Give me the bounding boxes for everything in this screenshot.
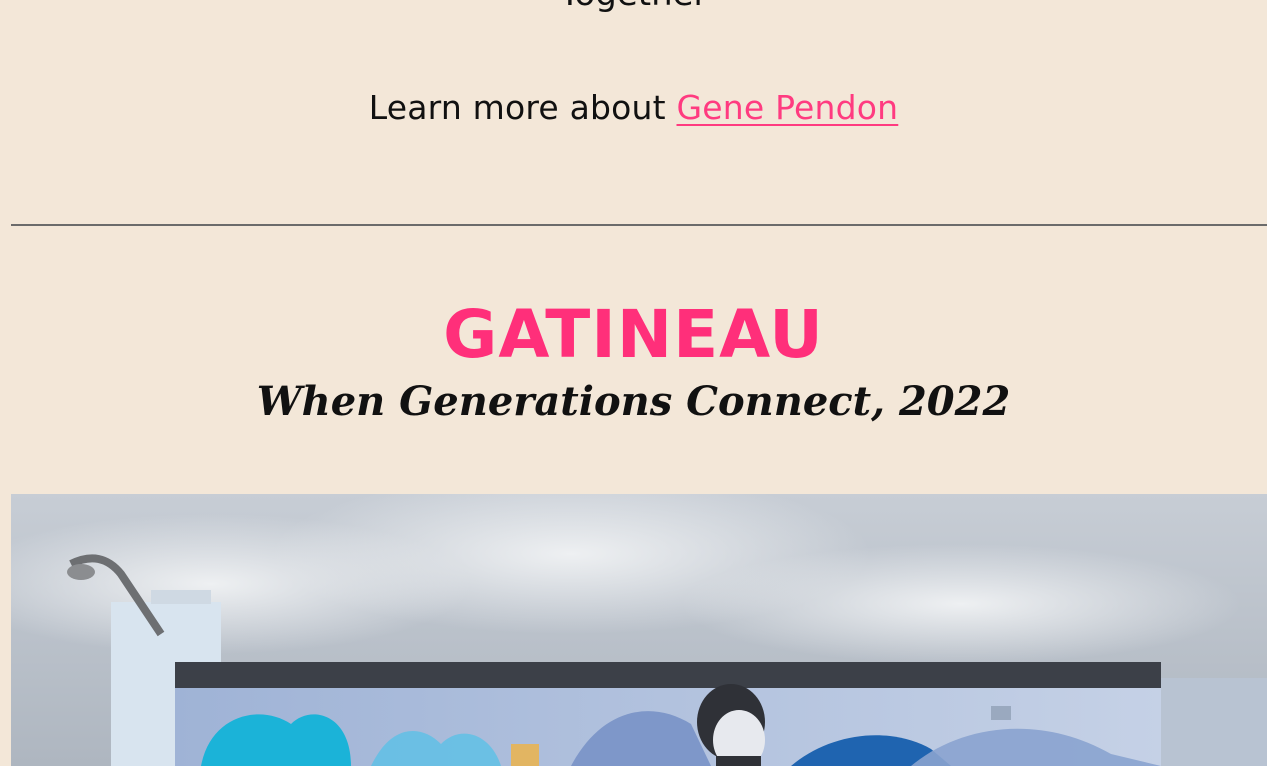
- cloud: [681, 544, 1241, 664]
- learn-more-line: Learn more about Gene Pendon: [0, 88, 1267, 127]
- section-divider: [11, 224, 1267, 226]
- mural-portrait-shirt: [716, 756, 761, 766]
- street-lamp-head: [67, 564, 95, 580]
- chimney-cap: [151, 590, 211, 604]
- cut-off-heading: Together: [0, 0, 1267, 14]
- mural-detail: [511, 744, 539, 766]
- mural-photo-illustration: [11, 494, 1267, 766]
- wall-fixture: [991, 706, 1011, 720]
- learn-more-prefix: Learn more about: [368, 88, 677, 127]
- adjacent-building: [1161, 678, 1267, 766]
- mural-photo: [11, 494, 1267, 766]
- section-city-title: GATINEAU: [443, 296, 824, 373]
- roof-edge: [175, 662, 1161, 688]
- artwork-title: When Generations Connect, 2022: [256, 378, 1011, 425]
- artist-link[interactable]: Gene Pendon: [677, 88, 899, 127]
